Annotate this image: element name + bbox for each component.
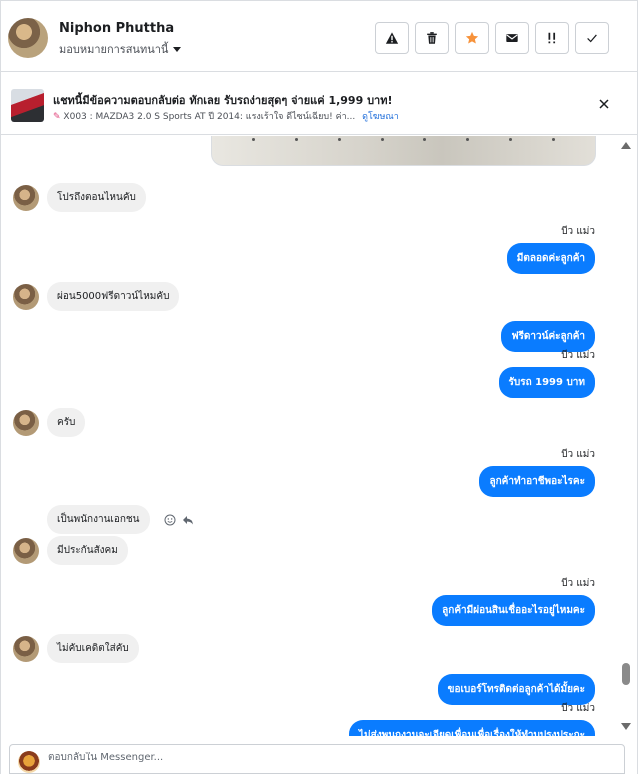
contact-avatar-small [13, 283, 39, 310]
envelope-icon [506, 34, 518, 42]
react-icon[interactable] [164, 514, 176, 526]
star-button[interactable] [455, 22, 489, 54]
check-icon [587, 34, 597, 43]
banner-subtitle-text: X003 : MAZDA3 2.0 S Sports AT ปี 2014: แ… [63, 112, 356, 122]
contact-avatar-small [13, 409, 39, 436]
scrollbar-thumb[interactable] [622, 663, 630, 685]
reply-icon[interactable] [182, 514, 194, 526]
delete-button[interactable] [415, 22, 449, 54]
conversation-header: Niphon Phuttha มอบหมายการสนทนานี้ [1, 0, 637, 72]
assign-label: มอบหมายการสนทนานี้ [59, 43, 169, 56]
scroll-up-arrow-icon[interactable] [621, 142, 631, 149]
ad-thumbnail[interactable] [11, 89, 44, 122]
caret-down-icon [173, 46, 182, 52]
view-ad-link[interactable]: ดูโฆษณา [362, 112, 399, 122]
conversation-toolbar [375, 22, 609, 54]
exclamation-icon [548, 32, 556, 44]
sender-name: บีว แม่ว [561, 350, 595, 361]
contact-avatar[interactable] [8, 18, 48, 58]
messenger-conversation: Niphon Phuttha มอบหมายการสนทนานี้ แชทนี้… [0, 0, 638, 774]
message-row: บีว แม่ว มีตลอดค่ะลูกค้า [506, 224, 595, 274]
message-row: ผ่อน5000ฟรีดาวน์ไหมคับ [13, 282, 180, 311]
message-row: บีว แม่ว รับรถ 1999 บาท [498, 348, 595, 398]
outgoing-message[interactable]: ลูกค้าทำอาชีพอะไรคะ [479, 466, 595, 497]
message-row: ครับ [13, 408, 86, 437]
ad-reply-banner: แชทนี้มีข้อความตอบกลับต่อ ทักเลย รับรถง่… [1, 73, 637, 135]
shared-image-bottom[interactable] [211, 136, 596, 166]
report-button[interactable] [375, 22, 409, 54]
contact-avatar-small [13, 184, 39, 211]
contact-avatar-small [13, 635, 39, 662]
banner-title: แชทนี้มีข้อความตอบกลับต่อ ทักเลย รับรถง่… [53, 94, 393, 107]
contact-avatar-small [13, 537, 39, 564]
pin-icon: ✎ [53, 112, 61, 122]
sender-name: บีว แม่ว [561, 578, 595, 589]
sender-name: บีว แม่ว [561, 449, 595, 460]
scroll-down-arrow-icon[interactable] [621, 723, 631, 730]
message-row: บีว แม่ว ไม่ส่งพนกงานจะเจียดเพื่อนเพื่อเ… [349, 701, 595, 736]
message-row: บีว แม่ว ลูกค้ามีผ่อนสินเชื่ออะไรอยู่ไหม… [432, 576, 595, 626]
incoming-message[interactable]: ไม่คับเคดิตใส่คับ [47, 634, 139, 663]
message-row: บีว แม่ว ลูกค้าทำอาชีพอะไรคะ [479, 447, 595, 497]
incoming-message[interactable]: มีประกันสังคม [47, 536, 128, 565]
incoming-message[interactable]: เป็นพนักงานเอกชน [47, 505, 150, 534]
message-row: ไม่คับเคดิตใส่คับ [13, 634, 139, 663]
assign-conversation-dropdown[interactable]: มอบหมายการสนทนานี้ [59, 40, 182, 58]
sender-name: บีว แม่ว [561, 703, 595, 714]
message-row: เป็นพนักงานเอกชน [13, 505, 194, 534]
reply-input[interactable] [48, 752, 608, 763]
mark-unread-button[interactable] [495, 22, 529, 54]
reply-composer [9, 744, 625, 774]
close-icon[interactable] [597, 97, 611, 111]
trash-icon [427, 32, 437, 44]
incoming-message[interactable]: ครับ [47, 408, 86, 437]
message-row: โปรถึงตอนไหนคับ [13, 183, 146, 212]
message-row: มีประกันสังคม [13, 536, 128, 565]
incoming-message[interactable]: โปรถึงตอนไหนคับ [47, 183, 146, 212]
contact-name[interactable]: Niphon Phuttha [59, 21, 174, 36]
message-list[interactable]: โปรถึงตอนไหนคับ บีว แม่ว มีตลอดค่ะลูกค้า… [1, 136, 621, 736]
outgoing-message[interactable]: ไม่ส่งพนกงานจะเจียดเพื่อนเพื่อเรื่องให้ท… [349, 720, 595, 736]
sender-name: บีว แม่ว [561, 226, 595, 237]
page-avatar [18, 751, 40, 773]
warning-icon [385, 32, 399, 44]
banner-subtitle: ✎ X003 : MAZDA3 2.0 S Sports AT ปี 2014:… [53, 109, 399, 123]
star-icon [465, 31, 479, 44]
spam-button[interactable] [535, 22, 569, 54]
message-actions [164, 514, 194, 526]
incoming-message[interactable]: ผ่อน5000ฟรีดาวน์ไหมคับ [47, 282, 180, 311]
outgoing-message[interactable]: ลูกค้ามีผ่อนสินเชื่ออะไรอยู่ไหมคะ [432, 595, 595, 626]
outgoing-message[interactable]: รับรถ 1999 บาท [498, 367, 595, 398]
mark-done-button[interactable] [575, 22, 609, 54]
outgoing-message[interactable]: มีตลอดค่ะลูกค้า [506, 243, 595, 274]
